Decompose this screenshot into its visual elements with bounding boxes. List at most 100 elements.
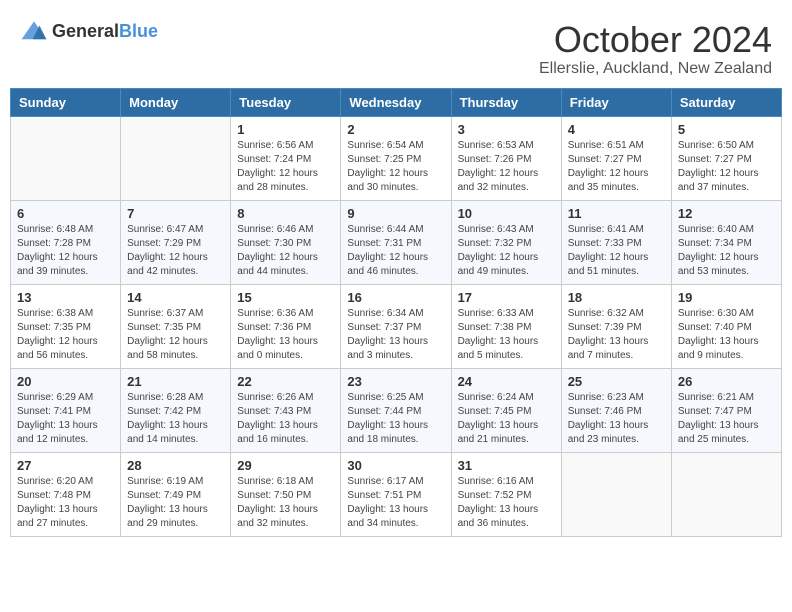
day-info: Sunrise: 6:24 AMSunset: 7:45 PMDaylight:… <box>458 391 555 447</box>
calendar-week-5: 27Sunrise: 6:20 AMSunset: 7:48 PMDayligh… <box>11 452 782 536</box>
calendar-week-3: 13 Sunrise: 6:38 AMSunset: 7:35 PMDayligh… <box>11 284 782 368</box>
day-info: Sunrise: 6:28 AMSunset: 7:42 PMDaylight:… <box>127 391 224 447</box>
day-info: Sunrise: 6:54 AMSunset: 7:25 PMDaylight:… <box>347 139 444 195</box>
calendar-cell: 20Sunrise: 6:29 AMSunset: 7:41 PMDayligh… <box>11 368 121 452</box>
day-info: Sunrise: 6:25 AMSunset: 7:44 PMDaylight:… <box>347 391 444 447</box>
calendar-table: SundayMondayTuesdayWednesdayThursdayFrid… <box>10 88 782 537</box>
day-number: 12 <box>678 206 775 221</box>
day-info: Sunrise: 6:53 AMSunset: 7:26 PMDaylight:… <box>458 139 555 195</box>
calendar-cell: 17 Sunrise: 6:33 AMSunset: 7:38 PMDayligh… <box>451 284 561 368</box>
day-number: 6 <box>17 206 114 221</box>
day-info: Sunrise: 6:32 AMSunset: 7:39 PMDaylight:… <box>568 307 665 363</box>
calendar-cell: 27Sunrise: 6:20 AMSunset: 7:48 PMDayligh… <box>11 452 121 536</box>
calendar-cell: 6 Sunrise: 6:48 AMSunset: 7:28 PMDaylight… <box>11 200 121 284</box>
day-number: 17 <box>458 290 555 305</box>
day-number: 16 <box>347 290 444 305</box>
calendar-cell: 4 Sunrise: 6:51 AMSunset: 7:27 PMDaylight… <box>561 116 671 200</box>
calendar-cell: 9 Sunrise: 6:44 AMSunset: 7:31 PMDaylight… <box>341 200 451 284</box>
day-number: 10 <box>458 206 555 221</box>
calendar-cell: 13 Sunrise: 6:38 AMSunset: 7:35 PMDayligh… <box>11 284 121 368</box>
location: Ellerslie, Auckland, New Zealand <box>539 60 772 78</box>
title-area: October 2024 Ellerslie, Auckland, New Ze… <box>539 20 772 78</box>
calendar-cell: 28 Sunrise: 6:19 AMSunset: 7:49 PMDayligh… <box>121 452 231 536</box>
calendar-cell: 2 Sunrise: 6:54 AMSunset: 7:25 PMDaylight… <box>341 116 451 200</box>
day-number: 30 <box>347 458 444 473</box>
day-number: 2 <box>347 122 444 137</box>
weekday-header-thursday: Thursday <box>451 88 561 116</box>
day-number: 24 <box>458 374 555 389</box>
day-info: Sunrise: 6:41 AMSunset: 7:33 PMDaylight:… <box>568 223 665 279</box>
day-info: Sunrise: 6:29 AMSunset: 7:41 PMDaylight:… <box>17 391 114 447</box>
day-info: Sunrise: 6:44 AMSunset: 7:31 PMDaylight:… <box>347 223 444 279</box>
calendar-cell: 19 Sunrise: 6:30 AMSunset: 7:40 PMDayligh… <box>671 284 781 368</box>
calendar-cell: 23Sunrise: 6:25 AMSunset: 7:44 PMDayligh… <box>341 368 451 452</box>
calendar-cell <box>671 452 781 536</box>
day-info: Sunrise: 6:30 AMSunset: 7:40 PMDaylight:… <box>678 307 775 363</box>
day-number: 31 <box>458 458 555 473</box>
day-info: Sunrise: 6:48 AMSunset: 7:28 PMDaylight:… <box>17 223 114 279</box>
day-number: 14 <box>127 290 224 305</box>
day-info: Sunrise: 6:56 AMSunset: 7:24 PMDaylight:… <box>237 139 334 195</box>
calendar-cell <box>121 116 231 200</box>
calendar-cell: 3Sunrise: 6:53 AMSunset: 7:26 PMDaylight… <box>451 116 561 200</box>
calendar-cell: 22 Sunrise: 6:26 AMSunset: 7:43 PMDayligh… <box>231 368 341 452</box>
calendar-cell: 30Sunrise: 6:17 AMSunset: 7:51 PMDayligh… <box>341 452 451 536</box>
day-info: Sunrise: 6:43 AMSunset: 7:32 PMDaylight:… <box>458 223 555 279</box>
day-info: Sunrise: 6:37 AMSunset: 7:35 PMDaylight:… <box>127 307 224 363</box>
day-info: Sunrise: 6:19 AMSunset: 7:49 PMDaylight:… <box>127 475 224 531</box>
calendar-cell: 1 Sunrise: 6:56 AMSunset: 7:24 PMDaylight… <box>231 116 341 200</box>
day-info: Sunrise: 6:50 AMSunset: 7:27 PMDaylight:… <box>678 139 775 195</box>
day-number: 13 <box>17 290 114 305</box>
day-info: Sunrise: 6:47 AMSunset: 7:29 PMDaylight:… <box>127 223 224 279</box>
day-info: Sunrise: 6:20 AMSunset: 7:48 PMDaylight:… <box>17 475 114 531</box>
calendar-cell: 25 Sunrise: 6:23 AMSunset: 7:46 PMDayligh… <box>561 368 671 452</box>
logo-general: General <box>52 21 119 41</box>
day-number: 22 <box>237 374 334 389</box>
calendar-cell: 7 Sunrise: 6:47 AMSunset: 7:29 PMDaylight… <box>121 200 231 284</box>
day-info: Sunrise: 6:34 AMSunset: 7:37 PMDaylight:… <box>347 307 444 363</box>
day-number: 11 <box>568 206 665 221</box>
logo-blue: Blue <box>119 21 158 41</box>
day-info: Sunrise: 6:51 AMSunset: 7:27 PMDaylight:… <box>568 139 665 195</box>
day-info: Sunrise: 6:33 AMSunset: 7:38 PMDaylight:… <box>458 307 555 363</box>
weekday-header-wednesday: Wednesday <box>341 88 451 116</box>
calendar-cell: 15Sunrise: 6:36 AMSunset: 7:36 PMDayligh… <box>231 284 341 368</box>
day-number: 21 <box>127 374 224 389</box>
day-number: 9 <box>347 206 444 221</box>
calendar-cell: 31Sunrise: 6:16 AMSunset: 7:52 PMDayligh… <box>451 452 561 536</box>
calendar-cell: 26Sunrise: 6:21 AMSunset: 7:47 PMDayligh… <box>671 368 781 452</box>
day-info: Sunrise: 6:40 AMSunset: 7:34 PMDaylight:… <box>678 223 775 279</box>
logo-text: GeneralBlue <box>52 21 158 42</box>
day-number: 1 <box>237 122 334 137</box>
weekday-header-saturday: Saturday <box>671 88 781 116</box>
calendar-cell: 11 Sunrise: 6:41 AMSunset: 7:33 PMDayligh… <box>561 200 671 284</box>
day-number: 25 <box>568 374 665 389</box>
day-number: 5 <box>678 122 775 137</box>
calendar-cell: 18Sunrise: 6:32 AMSunset: 7:39 PMDayligh… <box>561 284 671 368</box>
weekday-header-sunday: Sunday <box>11 88 121 116</box>
weekday-header-row: SundayMondayTuesdayWednesdayThursdayFrid… <box>11 88 782 116</box>
day-info: Sunrise: 6:36 AMSunset: 7:36 PMDaylight:… <box>237 307 334 363</box>
day-info: Sunrise: 6:21 AMSunset: 7:47 PMDaylight:… <box>678 391 775 447</box>
calendar-cell: 5 Sunrise: 6:50 AMSunset: 7:27 PMDaylight… <box>671 116 781 200</box>
calendar-week-1: 1 Sunrise: 6:56 AMSunset: 7:24 PMDaylight… <box>11 116 782 200</box>
day-info: Sunrise: 6:23 AMSunset: 7:46 PMDaylight:… <box>568 391 665 447</box>
day-number: 7 <box>127 206 224 221</box>
page-header: GeneralBlue October 2024 Ellerslie, Auck… <box>10 10 782 83</box>
calendar-cell: 24 Sunrise: 6:24 AMSunset: 7:45 PMDayligh… <box>451 368 561 452</box>
calendar-cell: 21 Sunrise: 6:28 AMSunset: 7:42 PMDayligh… <box>121 368 231 452</box>
day-number: 4 <box>568 122 665 137</box>
day-info: Sunrise: 6:38 AMSunset: 7:35 PMDaylight:… <box>17 307 114 363</box>
calendar-week-2: 6 Sunrise: 6:48 AMSunset: 7:28 PMDaylight… <box>11 200 782 284</box>
weekday-header-tuesday: Tuesday <box>231 88 341 116</box>
day-number: 19 <box>678 290 775 305</box>
day-number: 28 <box>127 458 224 473</box>
weekday-header-friday: Friday <box>561 88 671 116</box>
logo-icon <box>20 20 48 42</box>
day-info: Sunrise: 6:26 AMSunset: 7:43 PMDaylight:… <box>237 391 334 447</box>
calendar-cell: 16 Sunrise: 6:34 AMSunset: 7:37 PMDayligh… <box>341 284 451 368</box>
day-number: 8 <box>237 206 334 221</box>
day-info: Sunrise: 6:46 AMSunset: 7:30 PMDaylight:… <box>237 223 334 279</box>
calendar-cell: 14 Sunrise: 6:37 AMSunset: 7:35 PMDayligh… <box>121 284 231 368</box>
weekday-header-monday: Monday <box>121 88 231 116</box>
